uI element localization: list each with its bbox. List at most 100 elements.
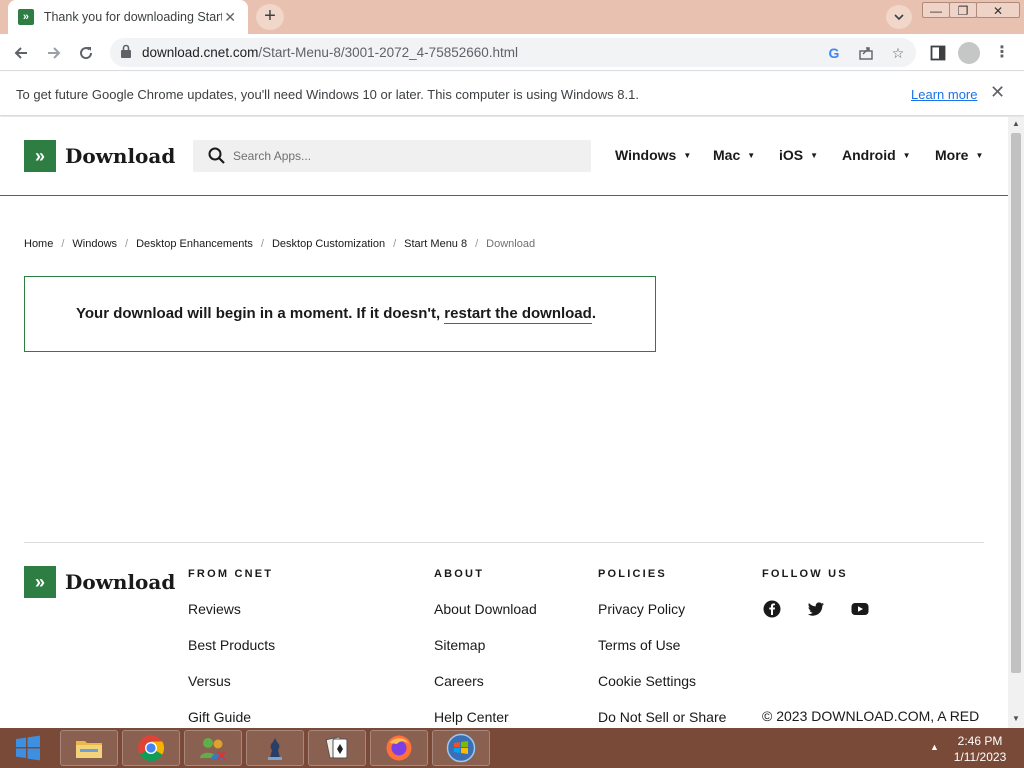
footer-link-help-center[interactable]: Help Center <box>434 709 509 725</box>
close-window-button[interactable]: ✕ <box>976 2 1020 18</box>
scrollbar-thumb[interactable] <box>1011 133 1021 673</box>
firefox-icon <box>386 735 412 761</box>
url-text: download.cnet.com/Start-Menu-8/3001-2072… <box>142 45 518 60</box>
taskbar-windows-media[interactable] <box>432 730 490 766</box>
search-icon <box>208 147 225 164</box>
caret-down-icon: ▼ <box>747 150 756 160</box>
restore-button[interactable]: ❐ <box>949 2 977 18</box>
url-host: download.cnet.com <box>142 45 259 60</box>
breadcrumb-desktop-customization[interactable]: Desktop Customization <box>272 238 385 250</box>
footer-divider <box>24 542 984 543</box>
nav-more[interactable]: More ▼ <box>935 147 983 163</box>
footer-link-terms-of-use[interactable]: Terms of Use <box>598 637 680 653</box>
footer-link-sitemap[interactable]: Sitemap <box>434 637 485 653</box>
windows-logo-icon <box>16 735 40 761</box>
side-panel-button[interactable] <box>926 41 950 65</box>
search-box[interactable] <box>193 140 591 172</box>
new-tab-button[interactable]: + <box>256 4 284 30</box>
nav-ios-label: iOS <box>779 147 804 163</box>
breadcrumb-start-menu-8[interactable]: Start Menu 8 <box>404 238 467 250</box>
taskbar-firefox[interactable] <box>370 730 428 766</box>
footer-logo[interactable]: » Download <box>24 566 175 598</box>
copyright-text: © 2023 DOWNLOAD.COM, A RED <box>762 708 980 724</box>
playing-cards-icon <box>325 736 348 759</box>
tab-close-button[interactable]: ✕ <box>222 9 238 26</box>
system-clock[interactable]: 2:46 PM 1/11/2023 <box>944 733 1016 765</box>
footer-link-best-products[interactable]: Best Products <box>188 637 275 653</box>
youtube-icon[interactable] <box>851 600 869 618</box>
show-hidden-icons-button[interactable]: ▲ <box>930 742 939 752</box>
taskbar-chrome[interactable] <box>122 730 180 766</box>
footer-link-privacy-policy[interactable]: Privacy Policy <box>598 601 685 617</box>
footer-link-do-not-sell[interactable]: Do Not Sell or Share <box>598 709 726 725</box>
profile-avatar-icon[interactable] <box>958 42 980 64</box>
arrow-left-icon <box>14 47 27 59</box>
search-input[interactable] <box>233 146 573 166</box>
clock-date: 1/11/2023 <box>953 750 1007 764</box>
bookmark-star-icon[interactable]: ☆ <box>888 43 908 63</box>
facebook-icon[interactable] <box>763 600 781 618</box>
taskbar-chess[interactable] <box>246 730 304 766</box>
tab-title: Thank you for downloading Start Menu 8 <box>43 10 223 24</box>
menu-kebab-icon[interactable]: ⋮ <box>990 41 1014 65</box>
download-logo-icon: » <box>24 140 56 172</box>
browser-tab[interactable]: » Thank you for downloading Start Menu 8… <box>8 0 248 34</box>
back-button[interactable] <box>9 41 33 65</box>
page-scrollbar[interactable]: ▲ ▼ <box>1008 117 1024 728</box>
forward-button[interactable] <box>42 41 66 65</box>
chess-icon <box>268 738 282 760</box>
footer-link-about-download[interactable]: About Download <box>434 601 537 617</box>
breadcrumb-windows[interactable]: Windows <box>72 238 117 250</box>
taskbar-file-explorer[interactable] <box>60 730 118 766</box>
breadcrumb-home[interactable]: Home <box>24 238 53 250</box>
minimize-button[interactable]: — <box>922 2 950 18</box>
tab-search-button[interactable] <box>886 5 912 29</box>
breadcrumb-separator: / <box>393 238 397 250</box>
update-infobar: To get future Google Chrome updates, you… <box>0 72 1024 116</box>
footer-link-gift-guide[interactable]: Gift Guide <box>188 709 251 725</box>
breadcrumb-separator: / <box>475 238 479 250</box>
people-icon <box>200 738 226 760</box>
footer-link-cookie-settings[interactable]: Cookie Settings <box>598 673 696 689</box>
footer-link-reviews[interactable]: Reviews <box>188 601 241 617</box>
breadcrumb-separator: / <box>260 238 264 250</box>
nav-android[interactable]: Android ▼ <box>842 147 911 163</box>
scroll-down-icon[interactable]: ▼ <box>1008 712 1024 726</box>
nav-mac-label: Mac <box>713 147 741 163</box>
side-panel-icon <box>930 45 946 61</box>
footer-heading-about: ABOUT <box>434 568 485 580</box>
taskbar-people-app[interactable] <box>184 730 242 766</box>
breadcrumb-separator: / <box>61 238 65 250</box>
notice-period: . <box>591 305 596 322</box>
google-lens-icon[interactable]: G <box>824 43 844 63</box>
nav-windows-label: Windows <box>615 147 677 163</box>
windows-taskbar: ▲ 2:46 PM 1/11/2023 <box>0 728 1024 768</box>
site-logo[interactable]: » Download <box>24 140 175 172</box>
breadcrumb-current: Download <box>486 238 536 250</box>
address-bar[interactable]: download.cnet.com/Start-Menu-8/3001-2072… <box>110 38 916 67</box>
footer-heading-from-cnet: FROM CNET <box>188 568 274 580</box>
learn-more-link[interactable]: Learn more <box>911 87 977 102</box>
taskbar-solitaire[interactable] <box>308 730 366 766</box>
chrome-icon <box>138 735 165 762</box>
nav-windows[interactable]: Windows ▼ <box>615 147 691 163</box>
browser-toolbar: download.cnet.com/Start-Menu-8/3001-2072… <box>0 34 1024 71</box>
arrow-right-icon <box>48 47 61 59</box>
footer-link-versus[interactable]: Versus <box>188 673 231 689</box>
footer-link-careers[interactable]: Careers <box>434 673 484 689</box>
download-logo-icon: » <box>24 566 56 598</box>
restart-download-link[interactable]: restart the download <box>444 305 592 324</box>
share-arrow-icon <box>859 47 873 60</box>
infobar-close-button[interactable]: ✕ <box>990 82 1005 103</box>
reload-button[interactable] <box>74 41 98 65</box>
notice-message: Your download will begin in a moment. If… <box>76 305 445 322</box>
breadcrumb-desktop-enhancements[interactable]: Desktop Enhancements <box>136 238 253 250</box>
download-notice: Your download will begin in a moment. If… <box>24 276 656 352</box>
scroll-up-icon[interactable]: ▲ <box>1008 117 1024 131</box>
twitter-icon[interactable] <box>807 600 825 618</box>
clock-time: 2:46 PM <box>957 734 1003 748</box>
nav-ios[interactable]: iOS ▼ <box>779 147 818 163</box>
nav-mac[interactable]: Mac ▼ <box>713 147 755 163</box>
share-icon[interactable] <box>856 43 876 63</box>
start-button[interactable] <box>0 728 56 768</box>
